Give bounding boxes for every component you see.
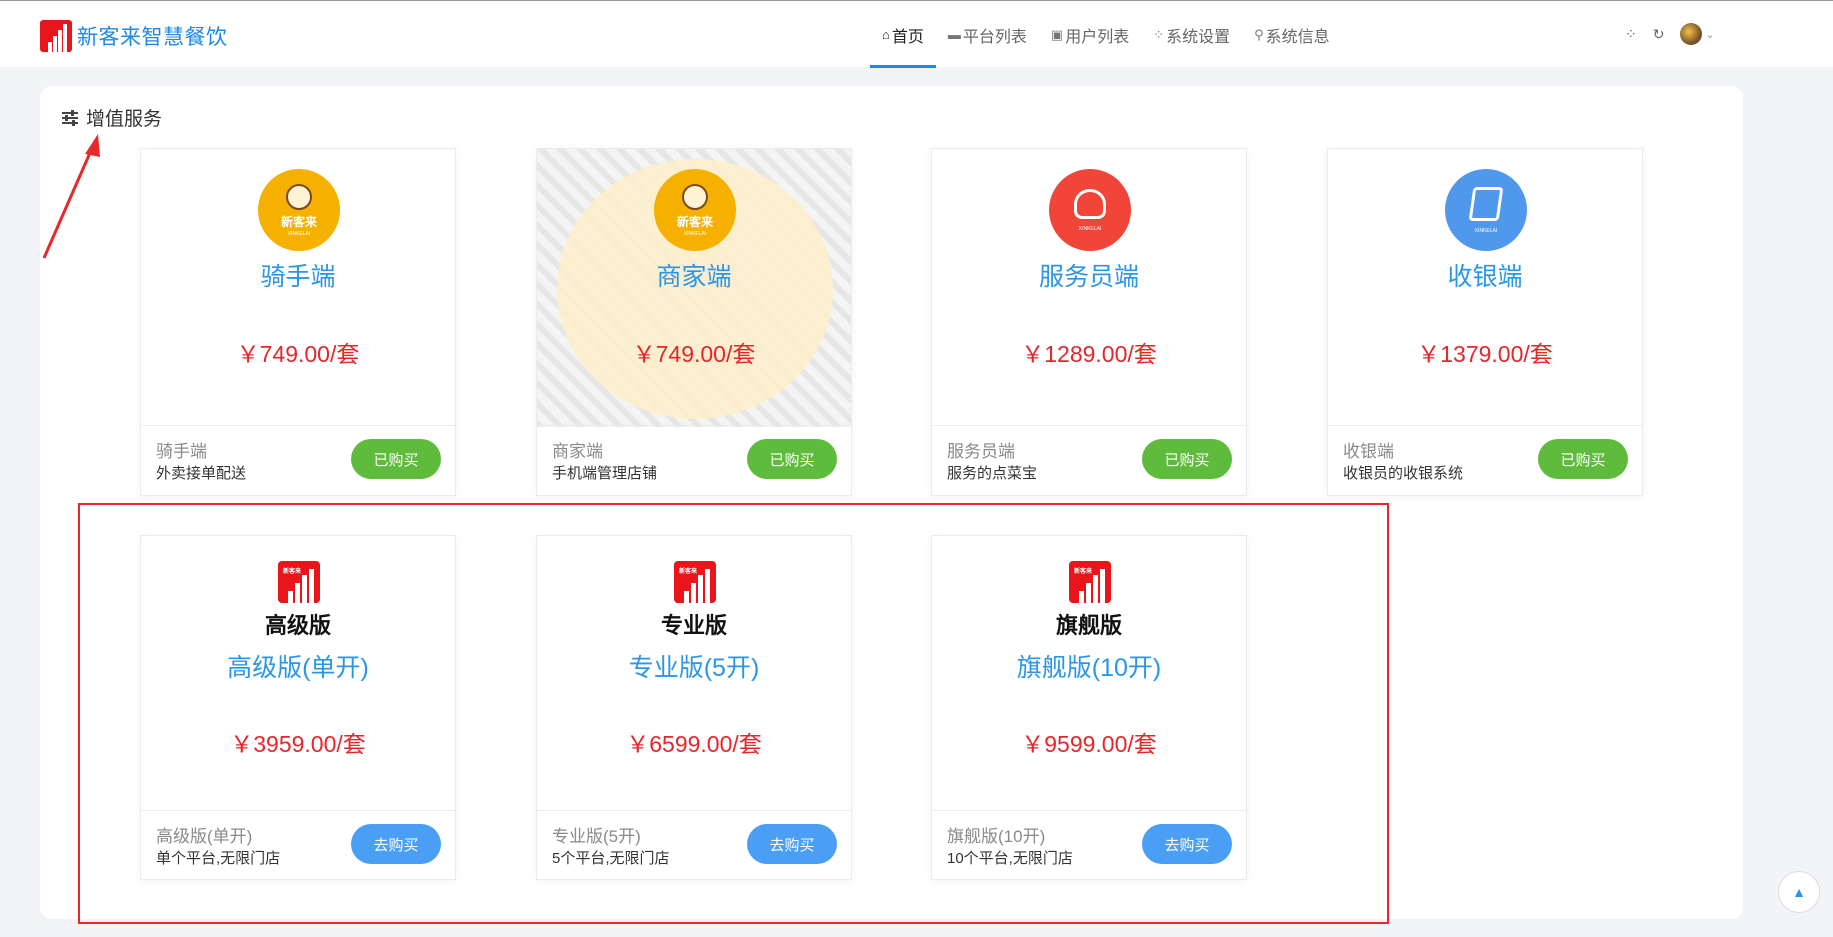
rider-icon: 新客来 XINKELAI bbox=[258, 169, 340, 251]
card-title[interactable]: 骑手端 bbox=[141, 257, 455, 293]
main-nav: ⌂ 首页 ▬ 平台列表 ▣ 用户列表 ⁘ 系统设置 ⚲ 系统信息 bbox=[870, 1, 1342, 68]
card-description: 收银员的收银系统 bbox=[1343, 465, 1464, 482]
nav-home-label: 首页 bbox=[891, 28, 924, 46]
waiter-icon: XINKELAI bbox=[1049, 169, 1131, 251]
card-body: XINKELAI 收银端 ￥1379.00/套 bbox=[1328, 149, 1642, 427]
annotation-arrow-icon bbox=[42, 134, 100, 259]
grid-icon[interactable]: ⁘ bbox=[1625, 26, 1637, 43]
nav-user-list[interactable]: ▣ 用户列表 bbox=[1039, 1, 1141, 68]
cashier-icon: XINKELAI bbox=[1445, 169, 1527, 251]
nav-home[interactable]: ⌂ 首页 bbox=[870, 1, 936, 68]
nav-platform-list-label: 平台列表 bbox=[962, 28, 1027, 46]
brand-logo-icon bbox=[40, 20, 72, 52]
card-footer: 收银端 收银员的收银系统 已购买 bbox=[1328, 425, 1642, 495]
purchased-button[interactable]: 已购买 bbox=[1142, 439, 1232, 479]
card-name: 骑手端 bbox=[156, 442, 207, 461]
home-icon: ⌂ bbox=[882, 27, 890, 42]
top-navbar: 新客来智慧餐饮 ⌂ 首页 ▬ 平台列表 ▣ 用户列表 ⁘ 系统设置 ⚲ 系统信息… bbox=[0, 0, 1833, 68]
card-price: ￥749.00/套 bbox=[236, 341, 360, 367]
section-title: 增值服务 bbox=[86, 109, 163, 130]
card-body: 新客来 XINKELAI 骑手端 ￥749.00/套 bbox=[141, 149, 455, 427]
card-name: 商家端 bbox=[552, 442, 603, 461]
service-card: XINKELAI 收银端 ￥1379.00/套 收银端 收银员的收银系统 已购买 bbox=[1327, 148, 1643, 496]
avatar[interactable] bbox=[1680, 23, 1703, 45]
header-tools: ⁘ ↻ ⌄ bbox=[1625, 23, 1715, 45]
card-footer: 骑手端 外卖接单配送 已购买 bbox=[141, 425, 455, 495]
nav-platform-list[interactable]: ▬ 平台列表 bbox=[936, 1, 1039, 68]
card-title[interactable]: 收银端 bbox=[1328, 257, 1642, 293]
nav-system-info-label: 系统信息 bbox=[1265, 28, 1330, 46]
card-price: ￥749.00/套 bbox=[632, 341, 756, 367]
card-body: XINKELAI 服务员端 ￥1289.00/套 bbox=[932, 149, 1246, 427]
card-name: 收银端 bbox=[1343, 442, 1394, 461]
card-title[interactable]: 服务员端 bbox=[932, 257, 1246, 293]
annotation-highlight-box bbox=[78, 503, 1389, 924]
merchant-icon: 新客来 XINKELAI bbox=[654, 169, 736, 251]
section-header: 增值服务 bbox=[62, 104, 162, 131]
service-card: XINKELAI 服务员端 ￥1289.00/套 服务员端 服务的点菜宝 已购买 bbox=[931, 148, 1247, 496]
card-body: 新客来 XINKELAI 商家端 ￥749.00/套 bbox=[537, 149, 851, 427]
card-name: 服务员端 bbox=[947, 442, 1015, 461]
purchased-button[interactable]: 已购买 bbox=[351, 439, 441, 479]
card-footer: 商家端 手机端管理店铺 已购买 bbox=[537, 425, 851, 495]
nav-system-settings[interactable]: ⁘ 系统设置 bbox=[1141, 1, 1242, 68]
store-icon: ▬ bbox=[947, 27, 961, 42]
back-to-top-button[interactable]: ▲ bbox=[1778, 871, 1820, 913]
refresh-icon[interactable]: ↻ bbox=[1653, 26, 1665, 43]
card-description: 服务的点菜宝 bbox=[947, 465, 1038, 482]
nav-system-settings-label: 系统设置 bbox=[1166, 28, 1231, 46]
brand[interactable]: 新客来智慧餐饮 bbox=[40, 20, 228, 52]
nav-system-info[interactable]: ⚲ 系统信息 bbox=[1242, 1, 1342, 68]
apps-icon: ⁘ bbox=[1153, 26, 1165, 42]
service-card: 新客来 XINKELAI 商家端 ￥749.00/套 商家端 手机端管理店铺 已… bbox=[536, 148, 852, 496]
image-icon: ▣ bbox=[1050, 26, 1064, 42]
card-price: ￥1379.00/套 bbox=[1417, 341, 1553, 367]
sliders-icon bbox=[62, 109, 78, 126]
card-title[interactable]: 商家端 bbox=[537, 257, 851, 293]
card-description: 手机端管理店铺 bbox=[552, 465, 658, 482]
purchased-button[interactable]: 已购买 bbox=[1538, 439, 1628, 479]
card-description: 外卖接单配送 bbox=[156, 465, 247, 482]
card-price: ￥1289.00/套 bbox=[1021, 341, 1157, 367]
purchased-button[interactable]: 已购买 bbox=[747, 439, 837, 479]
search-icon: ⚲ bbox=[1254, 26, 1264, 42]
brand-name: 新客来智慧餐饮 bbox=[77, 26, 228, 49]
nav-user-list-label: 用户列表 bbox=[1065, 28, 1130, 46]
card-footer: 服务员端 服务的点菜宝 已购买 bbox=[932, 425, 1246, 495]
chevron-down-icon[interactable]: ⌄ bbox=[1705, 28, 1714, 41]
service-card: 新客来 XINKELAI 骑手端 ￥749.00/套 骑手端 外卖接单配送 已购… bbox=[140, 148, 456, 496]
